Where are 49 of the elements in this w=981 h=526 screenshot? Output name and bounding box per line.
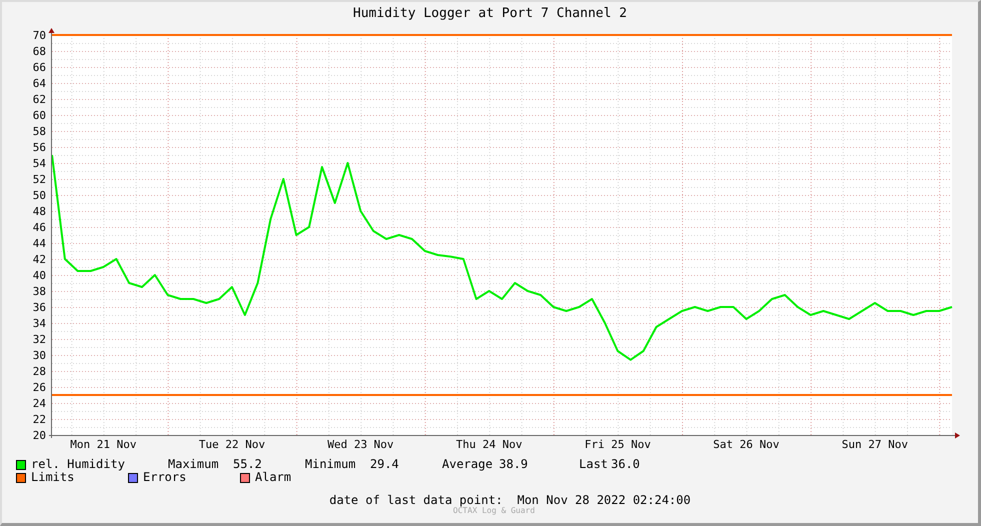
y-tick-label: 36	[32, 301, 46, 314]
legend-label: Limits	[31, 471, 74, 484]
y-tick-label: 28	[32, 365, 46, 378]
y-tick-label: 66	[32, 61, 46, 74]
stat-value: 38.9	[499, 458, 529, 471]
x-tick-label: Tue 22 Nov	[198, 438, 266, 451]
x-tick-label: Wed 23 Nov	[327, 438, 394, 451]
y-tick-label: 50	[32, 189, 46, 202]
y-tick-label: 62	[32, 93, 46, 106]
y-tick-label: 48	[32, 205, 46, 218]
x-tick-label: Sun 27 Nov	[842, 438, 908, 451]
y-tick-label: 44	[32, 237, 46, 250]
x-tick-label: Fri 25 Nov	[584, 438, 651, 451]
y-tick-label: 42	[32, 253, 46, 266]
y-tick-label: 30	[32, 349, 46, 362]
x-tick-label: Thu 24 Nov	[456, 438, 522, 451]
y-tick-label: 34	[32, 317, 46, 330]
last-data-date: Mon Nov 28 2022 02:24:00	[517, 493, 691, 507]
y-tick-label: 24	[32, 397, 46, 410]
y-tick-label: 46	[32, 221, 46, 234]
stat-label: Last	[579, 458, 609, 471]
stat-label: Minimum	[305, 458, 357, 471]
y-tick-label: 26	[32, 381, 46, 394]
legend-label: Errors	[143, 471, 188, 484]
legend-label: rel. Humidity	[31, 458, 126, 471]
y-tick-label: 40	[32, 269, 46, 282]
stat-label: Average	[442, 458, 494, 471]
y-tick-label: 64	[32, 77, 46, 90]
legend-label: Alarm	[255, 471, 292, 484]
y-tick-label: 70	[32, 29, 46, 42]
y-tick-label: 38	[32, 285, 46, 298]
x-tick-label: Sat 26 Nov	[713, 438, 780, 451]
stat-value: 55.2	[233, 458, 263, 471]
y-tick-label: 68	[32, 45, 46, 58]
y-tick-label: 60	[32, 109, 46, 122]
y-tick-label: 20	[32, 429, 46, 442]
watermark-text: OCTAX Log & Guard	[453, 506, 535, 515]
y-tick-label: 32	[32, 333, 46, 346]
stat-value: 29.4	[370, 458, 400, 471]
chart-title: Humidity Logger at Port 7 Channel 2	[353, 5, 627, 23]
x-tick-label: Mon 21 Nov	[70, 438, 137, 451]
y-tick-label: 22	[32, 413, 46, 426]
footer-label: date of last data point:	[329, 493, 503, 507]
y-tick-label: 58	[32, 125, 46, 138]
y-tick-label: 54	[32, 157, 46, 170]
stat-label: Maximum	[168, 458, 220, 471]
stat-value: 36.0	[611, 458, 641, 471]
y-tick-label: 52	[32, 173, 46, 186]
y-tick-label: 56	[32, 141, 46, 154]
